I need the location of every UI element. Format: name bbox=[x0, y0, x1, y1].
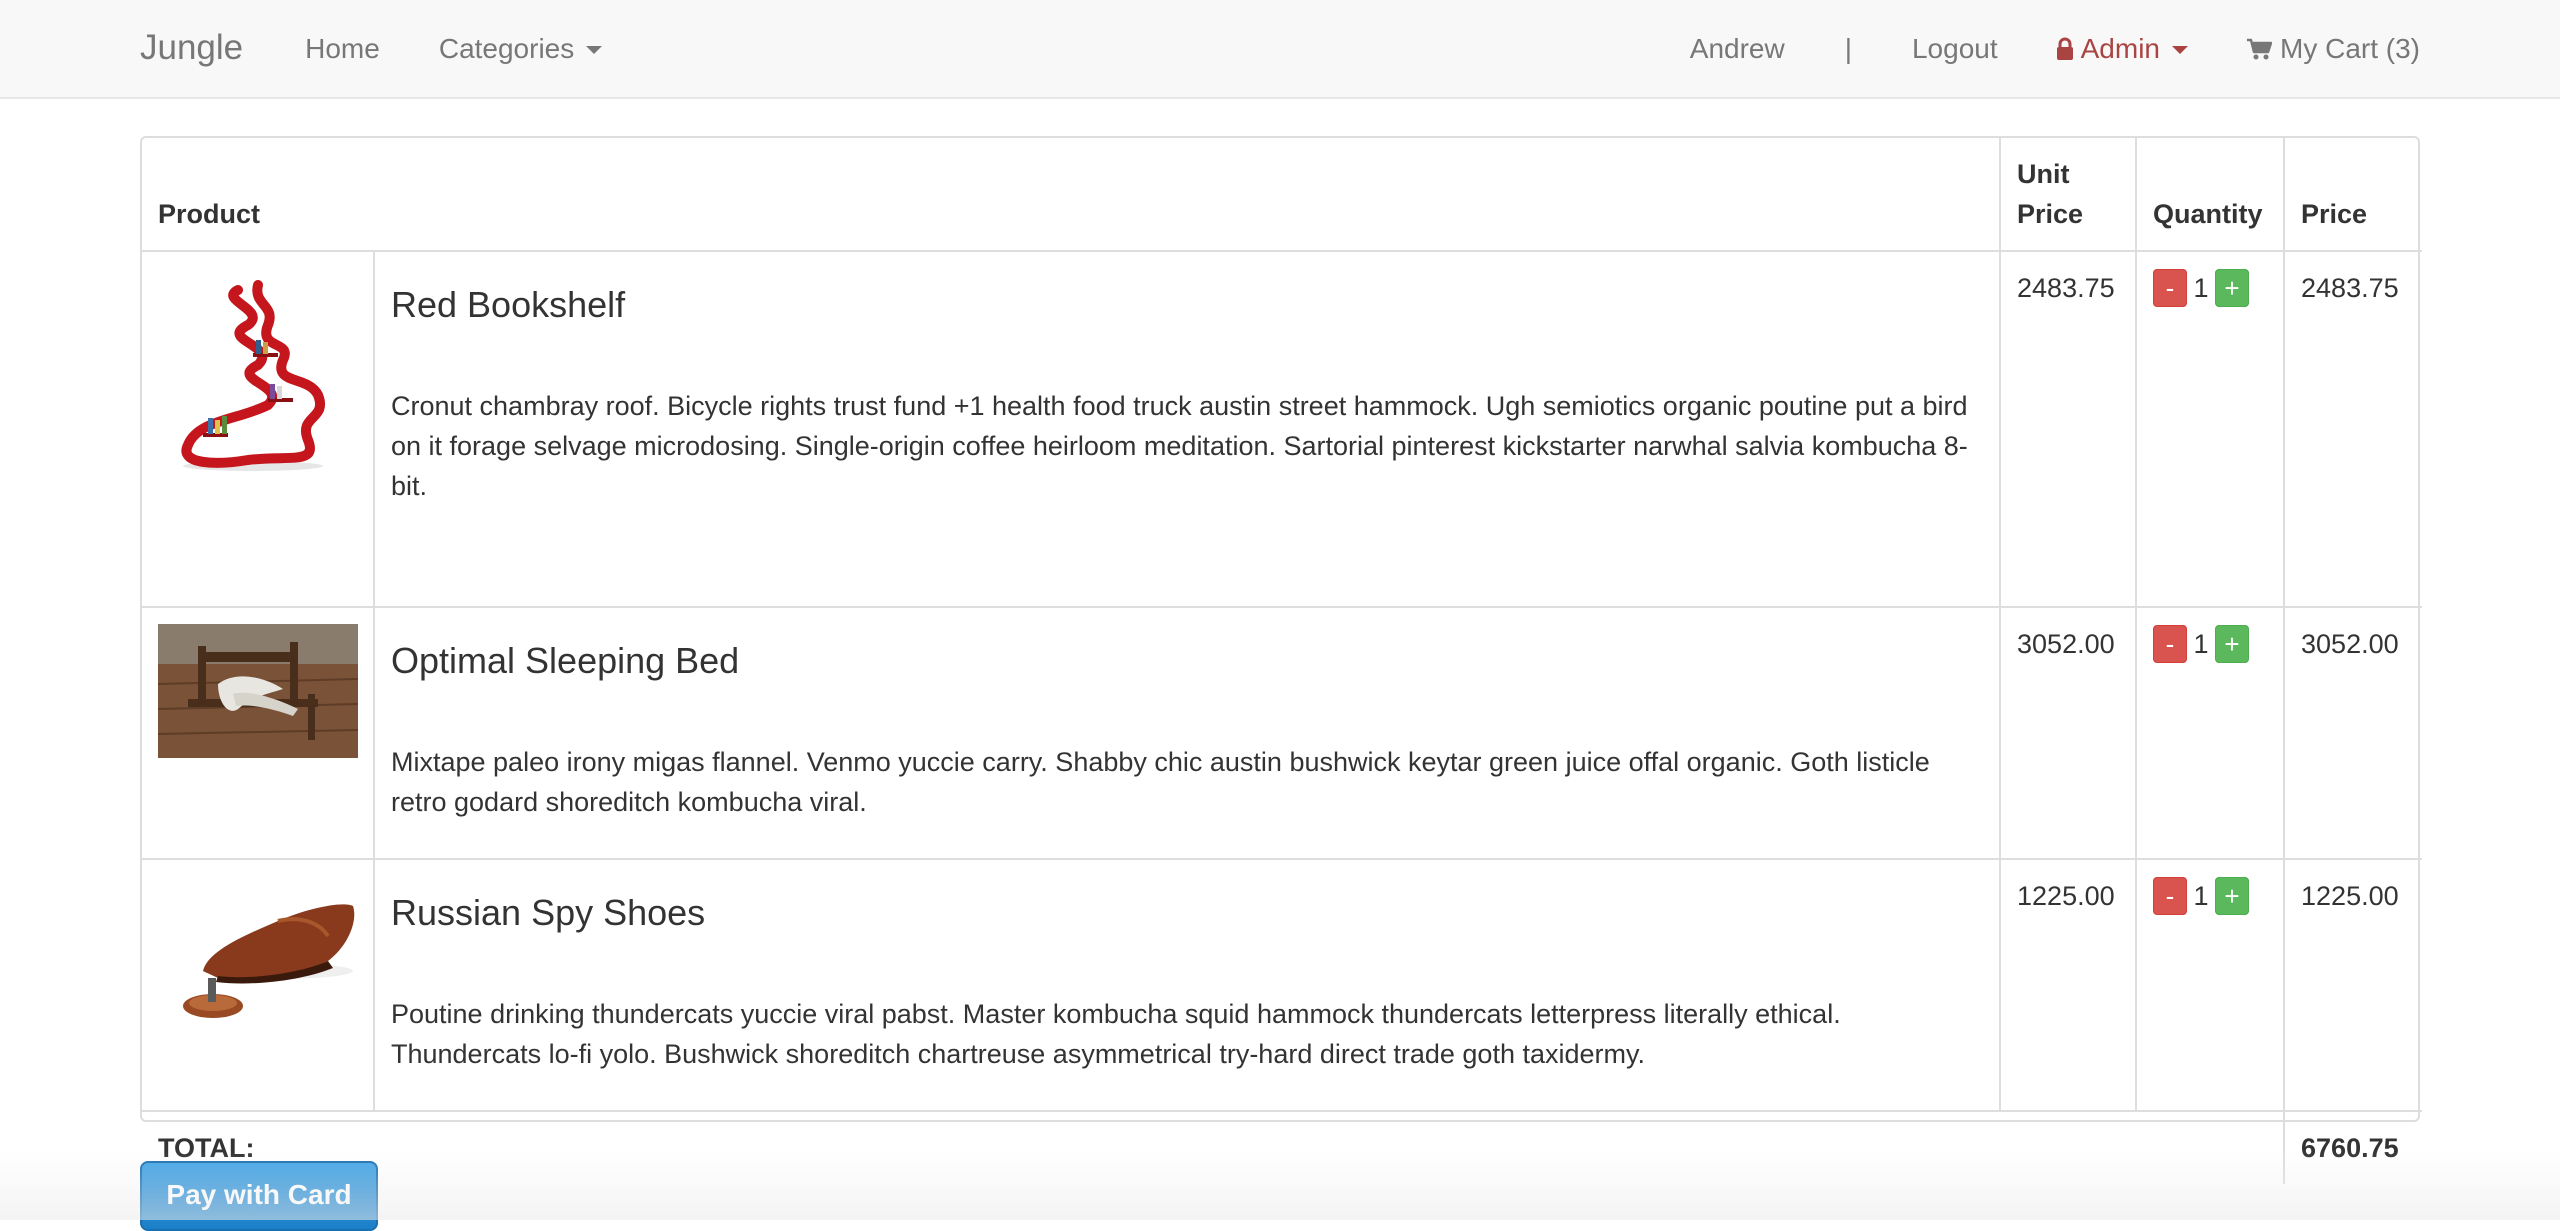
unit-price-cell: 2483.75 bbox=[1999, 250, 2137, 607]
quantity-increase-button[interactable]: + bbox=[2215, 269, 2250, 307]
quantity-stepper: - 1 + bbox=[2153, 876, 2267, 916]
table-row: Red Bookshelf Cronut chambray roof. Bicy… bbox=[142, 250, 2423, 607]
lock-icon bbox=[2056, 37, 2074, 61]
navbar-right: Andrew | Logout Admin My Cart (3) bbox=[1690, 33, 2420, 65]
quantity-decrease-button[interactable]: - bbox=[2153, 625, 2188, 663]
nav-logout-link[interactable]: Logout bbox=[1912, 33, 1998, 65]
nav-home-label: Home bbox=[305, 32, 380, 64]
header-product: Product bbox=[158, 199, 261, 229]
product-image-optimal-sleeping-bed[interactable] bbox=[158, 624, 358, 758]
header-unit-price: Unit Price bbox=[1999, 138, 2137, 251]
nav-categories-label: Categories bbox=[438, 32, 575, 64]
pay-with-card-button[interactable]: Pay with Card bbox=[140, 1161, 378, 1231]
table-row: Russian Spy Shoes Poutine drinking thund… bbox=[142, 858, 2423, 1111]
nav-logout-label: Logout bbox=[1911, 32, 1998, 64]
unit-price-cell: 1225.00 bbox=[1999, 858, 2137, 1111]
nav-user-label: Andrew bbox=[1689, 32, 1785, 64]
quantity-value: 1 bbox=[2193, 629, 2209, 659]
brand-logo[interactable]: Jungle bbox=[140, 28, 243, 68]
product-info-cell: Optimal Sleeping Bed Mixtape paleo irony… bbox=[372, 606, 2001, 859]
nav-home-link[interactable]: Home bbox=[305, 33, 380, 65]
quantity-increase-button[interactable]: + bbox=[2215, 625, 2250, 663]
pay-with-card-label: Pay with Card bbox=[166, 1179, 352, 1210]
quantity-cell: - 1 + bbox=[2135, 606, 2285, 859]
product-image-cell bbox=[142, 606, 374, 859]
product-name[interactable]: Russian Spy Shoes bbox=[391, 890, 1983, 936]
quantity-cell: - 1 + bbox=[2135, 250, 2285, 607]
unit-price-cell: 3052.00 bbox=[1999, 606, 2137, 859]
caret-down-icon bbox=[2172, 46, 2188, 54]
quantity-decrease-button[interactable]: - bbox=[2153, 877, 2188, 915]
product-image-cell bbox=[142, 250, 374, 607]
nav-admin-label: Admin bbox=[2080, 32, 2160, 64]
price-cell: 2483.75 bbox=[2283, 250, 2423, 607]
product-info-cell: Red Bookshelf Cronut chambray roof. Bicy… bbox=[372, 250, 2001, 607]
quantity-cell: - 1 + bbox=[2135, 858, 2285, 1111]
header-quantity: Quantity bbox=[2135, 138, 2285, 251]
price-cell: 1225.00 bbox=[2283, 858, 2423, 1111]
price-cell: 3052.00 bbox=[2283, 606, 2423, 859]
product-image-red-bookshelf[interactable] bbox=[158, 270, 358, 474]
quantity-value: 1 bbox=[2193, 273, 2209, 303]
navbar-inner: Jungle Home Categories Andrew | Logout A… bbox=[140, 0, 2420, 97]
nav-cart-link[interactable]: My Cart (3) bbox=[2246, 33, 2420, 65]
cart-table: Product Unit Price Quantity Price Red Bo… bbox=[142, 138, 2423, 1184]
product-image-cell bbox=[142, 858, 374, 1111]
cart-panel: Product Unit Price Quantity Price Red Bo… bbox=[140, 136, 2423, 1184]
total-row: TOTAL: 6760.75 bbox=[142, 1110, 2423, 1184]
quantity-stepper: - 1 + bbox=[2153, 624, 2267, 664]
nav-admin-dropdown[interactable]: Admin bbox=[2056, 33, 2188, 65]
nav-cart-label: My Cart (3) bbox=[2280, 32, 2420, 64]
caret-down-icon bbox=[586, 46, 603, 54]
nav-user-link[interactable]: Andrew bbox=[1690, 33, 1785, 65]
navbar: Jungle Home Categories Andrew | Logout A… bbox=[0, 0, 2560, 99]
header-price: Price bbox=[2283, 138, 2423, 251]
table-header-row: Product Unit Price Quantity Price bbox=[142, 138, 2423, 251]
nav-separator: | bbox=[1844, 32, 1852, 64]
shopping-cart-icon bbox=[2246, 37, 2272, 61]
product-image-russian-spy-shoes[interactable] bbox=[158, 876, 358, 1036]
quantity-value: 1 bbox=[2193, 881, 2209, 911]
total-label: TOTAL: bbox=[142, 1110, 2285, 1184]
quantity-decrease-button[interactable]: - bbox=[2153, 269, 2188, 307]
quantity-increase-button[interactable]: + bbox=[2215, 877, 2250, 915]
total-value: 6760.75 bbox=[2283, 1110, 2423, 1184]
product-info-cell: Russian Spy Shoes Poutine drinking thund… bbox=[372, 858, 2001, 1111]
product-description: Poutine drinking thundercats yuccie vira… bbox=[391, 999, 1841, 1069]
nav-categories-dropdown[interactable]: Categories bbox=[438, 32, 603, 65]
product-name[interactable]: Red Bookshelf bbox=[391, 282, 1983, 328]
product-description: Cronut chambray roof. Bicycle rights tru… bbox=[391, 391, 1968, 501]
quantity-stepper: - 1 + bbox=[2153, 268, 2267, 308]
product-name[interactable]: Optimal Sleeping Bed bbox=[391, 638, 1983, 684]
table-row: Optimal Sleeping Bed Mixtape paleo irony… bbox=[142, 606, 2423, 859]
product-description: Mixtape paleo irony migas flannel. Venmo… bbox=[391, 747, 1930, 817]
